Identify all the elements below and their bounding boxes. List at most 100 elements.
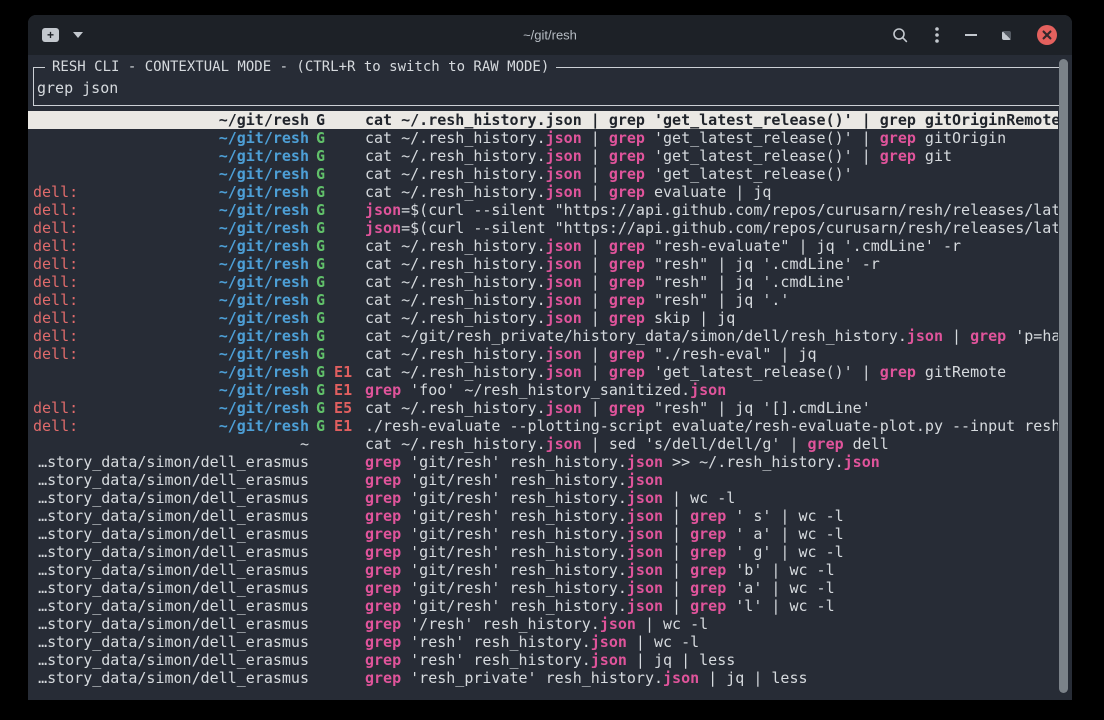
history-row[interactable]: ~cat ~/.resh_history.json | sed 's/dell/…	[28, 435, 1058, 453]
row-command: grep 'git/resh' resh_history.json | grep…	[365, 525, 844, 543]
row-host: dell:	[33, 273, 78, 291]
row-context: dell:~/git/resh	[33, 399, 309, 417]
history-row[interactable]: …story_data/simon/dell_erasmus grep 'git/…	[28, 507, 1058, 525]
row-directory: …story_data/simon/dell_erasmus	[38, 489, 309, 507]
match-highlight: json	[546, 237, 582, 255]
history-row[interactable]: …story_data/simon/dell_erasmusgrep 'git/…	[28, 543, 1058, 561]
history-row[interactable]: …story_data/simon/dell_erasmusgrep 'resh…	[28, 651, 1058, 669]
row-directory: ~/git/resh	[219, 165, 309, 183]
match-highlight: grep	[365, 615, 401, 633]
row-host: dell:	[33, 417, 78, 435]
history-row[interactable]: …story_data/simon/dell_erasmusgrep 'git/…	[28, 453, 1058, 471]
match-highlight: grep	[609, 129, 645, 147]
row-directory: …story_data/simon/dell_erasmus	[38, 543, 309, 561]
chevron-down-icon[interactable]	[73, 32, 83, 38]
restore-button[interactable]	[1002, 31, 1011, 40]
row-host: dell:	[33, 327, 78, 345]
row-flags: G	[309, 129, 365, 147]
row-host: dell:	[33, 183, 78, 201]
row-context: …story_data/simon/dell_erasmus	[33, 669, 309, 687]
row-context: …story_data/simon/dell_erasmus	[33, 597, 309, 615]
minimize-button[interactable]	[965, 34, 977, 36]
match-highlight: json	[546, 129, 582, 147]
history-row[interactable]: …story_data/simon/dell_erasmusgrep 'resh…	[28, 669, 1058, 687]
row-context: dell:~/git/resh	[33, 219, 309, 237]
match-highlight: json	[546, 291, 582, 309]
row-directory: …story_data/simon/dell_erasmus	[38, 633, 309, 651]
row-context: dell:~/git/resh	[33, 273, 309, 291]
history-row[interactable]: ~/git/reshGcat ~/.resh_history.json | gr…	[28, 129, 1058, 147]
history-row[interactable]: dell:~/git/reshGcat ~/.resh_history.json…	[28, 255, 1058, 273]
history-row[interactable]: ~/git/reshG E1grep 'foo' ~/resh_history_…	[28, 381, 1058, 399]
history-row[interactable]: ~/git/reshG E1cat ~/.resh_history.json |…	[28, 363, 1058, 381]
history-row[interactable]: …story_data/simon/dell_erasmusgrep 'git/…	[28, 525, 1058, 543]
history-row[interactable]: dell:~/git/reshGcat ~/.resh_history.json…	[28, 183, 1058, 201]
row-host: dell:	[33, 237, 78, 255]
match-highlight: grep	[365, 453, 401, 471]
match-highlight: grep	[609, 291, 645, 309]
row-command: cat ~/.resh_history.json | grep "resh" |…	[365, 291, 789, 309]
history-row[interactable]: …story_data/simon/dell_erasmusgrep 'git/…	[28, 489, 1058, 507]
history-row[interactable]: …story_data/simon/dell_erasmusgrep 'git/…	[28, 561, 1058, 579]
history-row[interactable]: dell:~/git/reshGjson=$(curl --silent "ht…	[28, 219, 1058, 237]
match-highlight: grep	[690, 597, 726, 615]
history-row[interactable]: …story_data/simon/dell_erasmusgrep '/res…	[28, 615, 1058, 633]
row-host: dell:	[33, 219, 78, 237]
scrollbar[interactable]	[1059, 59, 1068, 693]
row-flags	[309, 633, 365, 651]
window-title: ~/git/resh	[523, 28, 577, 43]
history-row[interactable]: …story_data/simon/dell_erasmusgrep 'git/…	[28, 471, 1058, 489]
history-row-selected[interactable]: ~/git/reshGcat ~/.resh_history.json | gr…	[28, 111, 1058, 129]
row-flags	[309, 543, 365, 561]
match-highlight: json	[546, 435, 582, 453]
history-row[interactable]: dell:~/git/reshGjson=$(curl --silent "ht…	[28, 201, 1058, 219]
match-highlight: grep	[880, 129, 916, 147]
row-directory: ~/git/resh	[219, 399, 309, 417]
history-row[interactable]: ~/git/reshGcat ~/.resh_history.json | gr…	[28, 165, 1058, 183]
history-row[interactable]: dell:~/git/reshGcat ~/git/resh_private/h…	[28, 327, 1058, 345]
row-host: dell:	[33, 345, 78, 363]
row-context: …story_data/simon/dell_erasmus	[33, 579, 309, 597]
match-highlight: json	[627, 453, 663, 471]
history-row[interactable]: dell:~/git/reshGcat ~/.resh_history.json…	[28, 237, 1058, 255]
history-list: ~/git/reshGcat ~/.resh_history.json | gr…	[28, 111, 1058, 700]
row-directory: ~/git/resh	[219, 309, 309, 327]
match-highlight: grep	[880, 363, 916, 381]
row-directory: …story_data/simon/dell_erasmus	[38, 507, 309, 525]
history-row[interactable]: dell:~/git/reshGcat ~/.resh_history.json…	[28, 345, 1058, 363]
history-row[interactable]: dell:~/git/reshGcat ~/.resh_history.json…	[28, 273, 1058, 291]
history-row[interactable]: dell:~/git/reshG E1./resh-evaluate --plo…	[28, 417, 1058, 435]
new-tab-button[interactable]: +	[42, 28, 59, 42]
row-context: …story_data/simon/dell_erasmus	[33, 633, 309, 651]
row-command: cat ~/.resh_history.json | grep 'get_lat…	[365, 165, 853, 183]
row-flag: G	[316, 147, 325, 165]
history-row[interactable]: …story_data/simon/dell_erasmusgrep 'git/…	[28, 597, 1058, 615]
history-row[interactable]: dell:~/git/reshGcat ~/.resh_history.json…	[28, 309, 1058, 327]
close-icon	[1036, 24, 1058, 46]
row-flags: G	[309, 327, 365, 345]
history-row[interactable]: dell:~/git/reshG E5cat ~/.resh_history.j…	[28, 399, 1058, 417]
history-row[interactable]: …story_data/simon/dell_erasmusgrep 'git/…	[28, 579, 1058, 597]
row-host: dell:	[33, 201, 78, 219]
row-flags: G	[309, 147, 365, 165]
history-row[interactable]: dell:~/git/reshGcat ~/.resh_history.json…	[28, 291, 1058, 309]
row-command: ./resh-evaluate --plotting-script evalua…	[365, 417, 1058, 435]
row-flag: E5	[325, 399, 352, 417]
row-command: grep 'git/resh' resh_history.json | grep…	[365, 507, 844, 525]
history-row[interactable]: ~/git/reshGcat ~/.resh_history.json | gr…	[28, 147, 1058, 165]
row-flags: G	[309, 165, 365, 183]
menu-button[interactable]	[934, 26, 940, 44]
row-flag: G	[316, 309, 325, 327]
history-row[interactable]: …story_data/simon/dell_erasmusgrep 'resh…	[28, 633, 1058, 651]
row-directory: ~/git/resh	[219, 201, 309, 219]
match-highlight: json	[907, 327, 943, 345]
match-highlight: grep	[690, 525, 726, 543]
match-highlight: json	[627, 561, 663, 579]
search-button[interactable]	[891, 26, 909, 44]
row-flags: G E5	[309, 399, 365, 417]
close-button[interactable]	[1036, 24, 1058, 46]
terminal-plus-icon: +	[42, 28, 59, 42]
search-query-input[interactable]: grep json	[37, 79, 1058, 97]
row-flag: G	[316, 201, 325, 219]
row-host: dell:	[33, 291, 78, 309]
